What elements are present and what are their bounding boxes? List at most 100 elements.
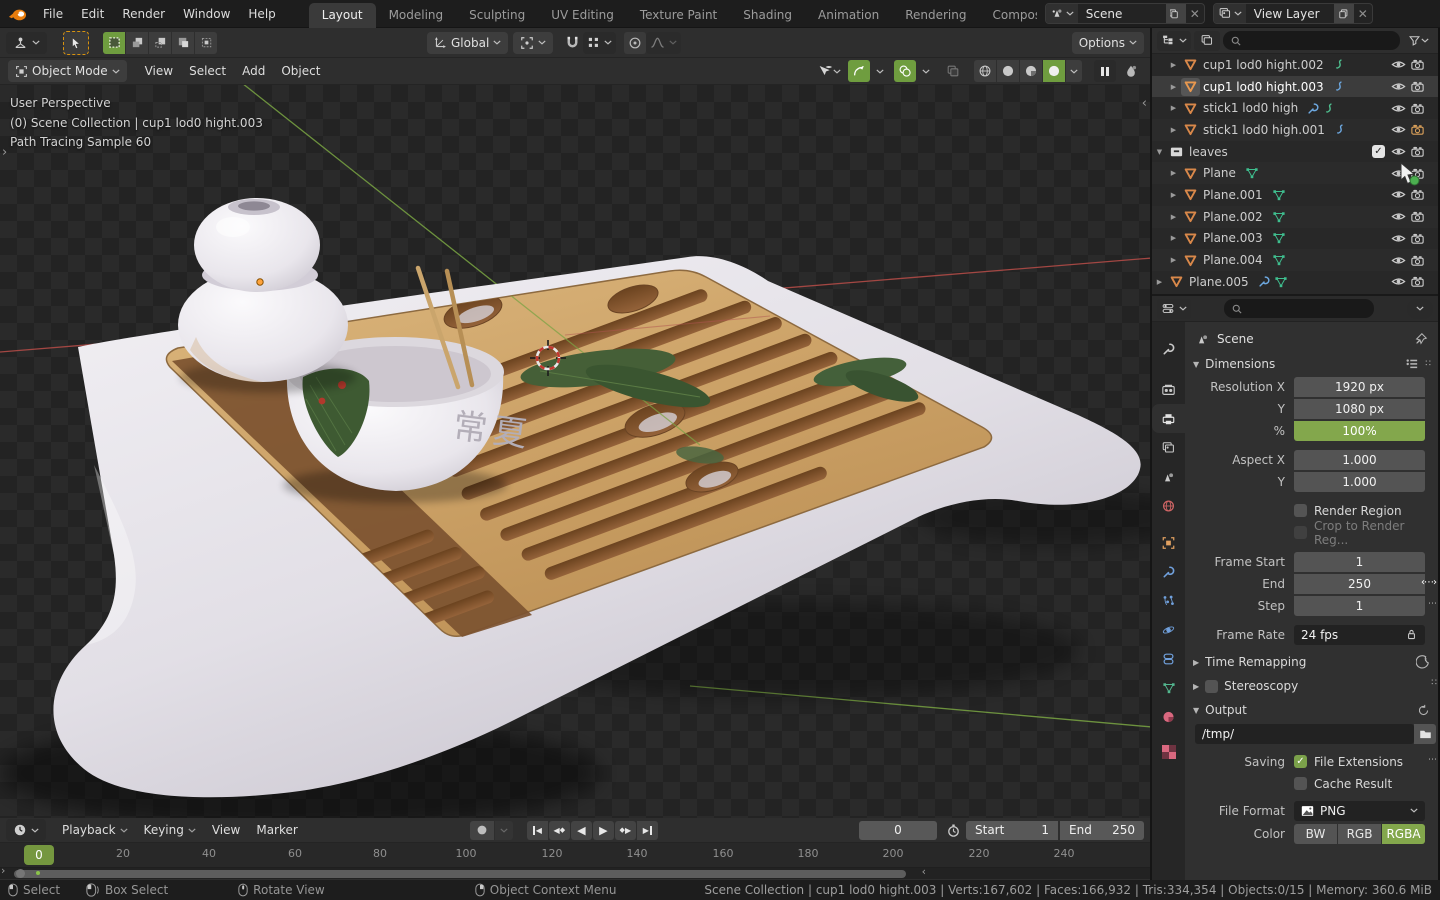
- tab-object[interactable]: [1152, 528, 1185, 557]
- disclosure-icon[interactable]: ▼: [1152, 148, 1167, 156]
- collection-checkbox[interactable]: ✓: [1372, 145, 1385, 158]
- select-mode-subtract[interactable]: [149, 32, 171, 54]
- color-rgba-option[interactable]: RGBA: [1382, 824, 1425, 844]
- scrollbar-thumb[interactable]: [14, 870, 906, 878]
- crop-to-render-region-checkbox[interactable]: [1294, 526, 1307, 539]
- render-engine-icon[interactable]: [1120, 60, 1142, 82]
- viewport-menu-object[interactable]: Object: [273, 61, 328, 81]
- prev-keyframe-button[interactable]: ◀◆: [549, 821, 570, 840]
- frame-end-field[interactable]: 250: [1294, 574, 1425, 594]
- render-visibility-icon[interactable]: [1410, 79, 1425, 94]
- remove-view-layer-button[interactable]: ✕: [1354, 7, 1372, 21]
- overlays-toggle[interactable]: [894, 60, 916, 82]
- pin-icon[interactable]: [1414, 332, 1428, 346]
- disclosure-icon[interactable]: ▶: [1166, 104, 1181, 112]
- render-visibility-icon[interactable]: [1410, 209, 1425, 224]
- tab-animation[interactable]: Animation: [805, 3, 892, 28]
- select-mode-new[interactable]: [103, 32, 125, 54]
- timeline-menu-playback[interactable]: Playback: [54, 820, 136, 840]
- auto-keying-dropdown[interactable]: [495, 821, 513, 840]
- aspect-x-field[interactable]: 1.000: [1294, 450, 1425, 470]
- gizmos-dropdown[interactable]: [872, 60, 888, 82]
- render-visibility-icon[interactable]: [1410, 274, 1425, 289]
- tab-layout[interactable]: Layout: [309, 3, 376, 28]
- disclosure-icon[interactable]: ▶: [1166, 61, 1181, 69]
- hide-eye-icon[interactable]: [1391, 101, 1406, 116]
- render-visibility-icon[interactable]: [1410, 144, 1425, 159]
- animate-dots-icon[interactable]: ⋯: [1428, 599, 1436, 609]
- stereoscopy-checkbox[interactable]: [1205, 680, 1218, 693]
- next-keyframe-button[interactable]: ◆▶: [615, 821, 636, 840]
- tab-particles[interactable]: [1152, 586, 1185, 615]
- new-view-layer-button[interactable]: [1334, 4, 1354, 23]
- render-visibility-icon[interactable]: [1410, 231, 1425, 246]
- panel-header-stereoscopy[interactable]: ▶ Stereoscopy ∷: [1185, 674, 1438, 698]
- panel-header-dimensions[interactable]: ▼ Dimensions ∷: [1185, 352, 1438, 376]
- frame-start-field[interactable]: Start1: [966, 821, 1058, 840]
- current-frame-field[interactable]: 0: [859, 821, 937, 840]
- disclosure-icon[interactable]: ▶: [1166, 169, 1181, 177]
- editor-type-properties[interactable]: [1157, 299, 1191, 319]
- file-format-dropdown[interactable]: PNG: [1294, 801, 1425, 821]
- outliner-row[interactable]: ▶ stick1 lod0 high.001: [1152, 119, 1438, 141]
- tab-rendering[interactable]: Rendering: [892, 3, 979, 28]
- resolution-y-field[interactable]: 1080 px: [1294, 399, 1425, 419]
- tab-sculpting[interactable]: Sculpting: [456, 3, 538, 28]
- editor-type-outliner[interactable]: [1157, 31, 1191, 51]
- editor-type-3d-viewport[interactable]: [6, 32, 47, 54]
- file-extensions-checkbox[interactable]: ✓: [1294, 755, 1307, 768]
- unlink-scene-button[interactable]: ✕: [1186, 7, 1204, 21]
- render-visibility-icon[interactable]: [1410, 101, 1425, 116]
- hide-eye-icon[interactable]: [1391, 231, 1406, 246]
- frame-end-field[interactable]: End250: [1060, 821, 1144, 840]
- presets-icon[interactable]: [1405, 358, 1419, 370]
- tab-compositing[interactable]: Compositing: [979, 3, 1036, 28]
- disclosure-icon[interactable]: ▶: [1166, 191, 1181, 199]
- resolution-percent-slider[interactable]: 100%: [1294, 421, 1425, 441]
- disclosure-icon[interactable]: ▶: [1152, 278, 1167, 286]
- resolution-x-field[interactable]: 1920 px: [1294, 377, 1425, 397]
- tab-tool[interactable]: [1152, 334, 1185, 363]
- timeline-menu-keying[interactable]: Keying: [136, 820, 204, 840]
- menu-file[interactable]: File: [34, 4, 72, 24]
- viewport-menu-add[interactable]: Add: [234, 61, 273, 81]
- menu-help[interactable]: Help: [239, 4, 284, 24]
- shading-dropdown[interactable]: [1066, 60, 1082, 82]
- frame-start-field[interactable]: 1: [1294, 552, 1425, 572]
- hide-eye-icon[interactable]: [1391, 209, 1406, 224]
- breadcrumb-label[interactable]: Scene: [1217, 332, 1254, 346]
- snap-toggle[interactable]: [561, 32, 583, 54]
- snap-settings-dropdown[interactable]: [583, 32, 616, 54]
- hide-eye-icon[interactable]: [1391, 253, 1406, 268]
- jump-to-start-button[interactable]: ◀: [527, 821, 548, 840]
- animate-dots-icon[interactable]: ⋯: [1428, 755, 1436, 765]
- gizmos-toggle[interactable]: [848, 60, 870, 82]
- viewport-canvas[interactable]: 常夏: [0, 85, 1150, 818]
- outliner-row-active[interactable]: ▶ cup1 lod0 hight.003: [1152, 76, 1438, 98]
- properties-options-dropdown[interactable]: [1407, 299, 1433, 319]
- tab-world[interactable]: [1152, 491, 1185, 520]
- auto-keying-toggle[interactable]: [470, 821, 494, 840]
- timeline-scrollbar[interactable]: ‹ ›: [0, 868, 1150, 879]
- scene-name[interactable]: Scene: [1078, 7, 1166, 21]
- play-reverse-button[interactable]: ◀: [571, 821, 592, 840]
- render-region-checkbox[interactable]: [1294, 504, 1307, 517]
- proportional-editing-toggle[interactable]: [624, 32, 646, 54]
- overlays-dropdown[interactable]: [918, 60, 934, 82]
- scroll-expand-arrow[interactable]: ›: [1, 864, 5, 877]
- outliner-row[interactable]: ▶ Plane: [1152, 162, 1438, 184]
- select-mode-invert[interactable]: [172, 32, 194, 54]
- outliner-filter-dropdown[interactable]: [1403, 31, 1433, 51]
- view-layer-browse-button[interactable]: [1214, 4, 1246, 23]
- scroll-collapse-arrow[interactable]: ‹: [922, 865, 926, 878]
- render-visibility-icon[interactable]: [1410, 122, 1425, 137]
- disclosure-icon[interactable]: ▶: [1166, 83, 1181, 91]
- shading-wireframe[interactable]: [974, 60, 996, 82]
- panel-header-output[interactable]: ▼ Output: [1185, 698, 1438, 722]
- disclosure-icon[interactable]: ▶: [1166, 234, 1181, 242]
- render-visibility-icon[interactable]: [1410, 57, 1425, 72]
- tab-scene[interactable]: [1152, 462, 1185, 491]
- timeline-ruler[interactable]: 0 20 40 60 80 100 120 140 160 180 200 22…: [0, 843, 1150, 868]
- options-dropdown[interactable]: Options: [1072, 32, 1144, 54]
- timeline-menu-view[interactable]: View: [204, 820, 248, 840]
